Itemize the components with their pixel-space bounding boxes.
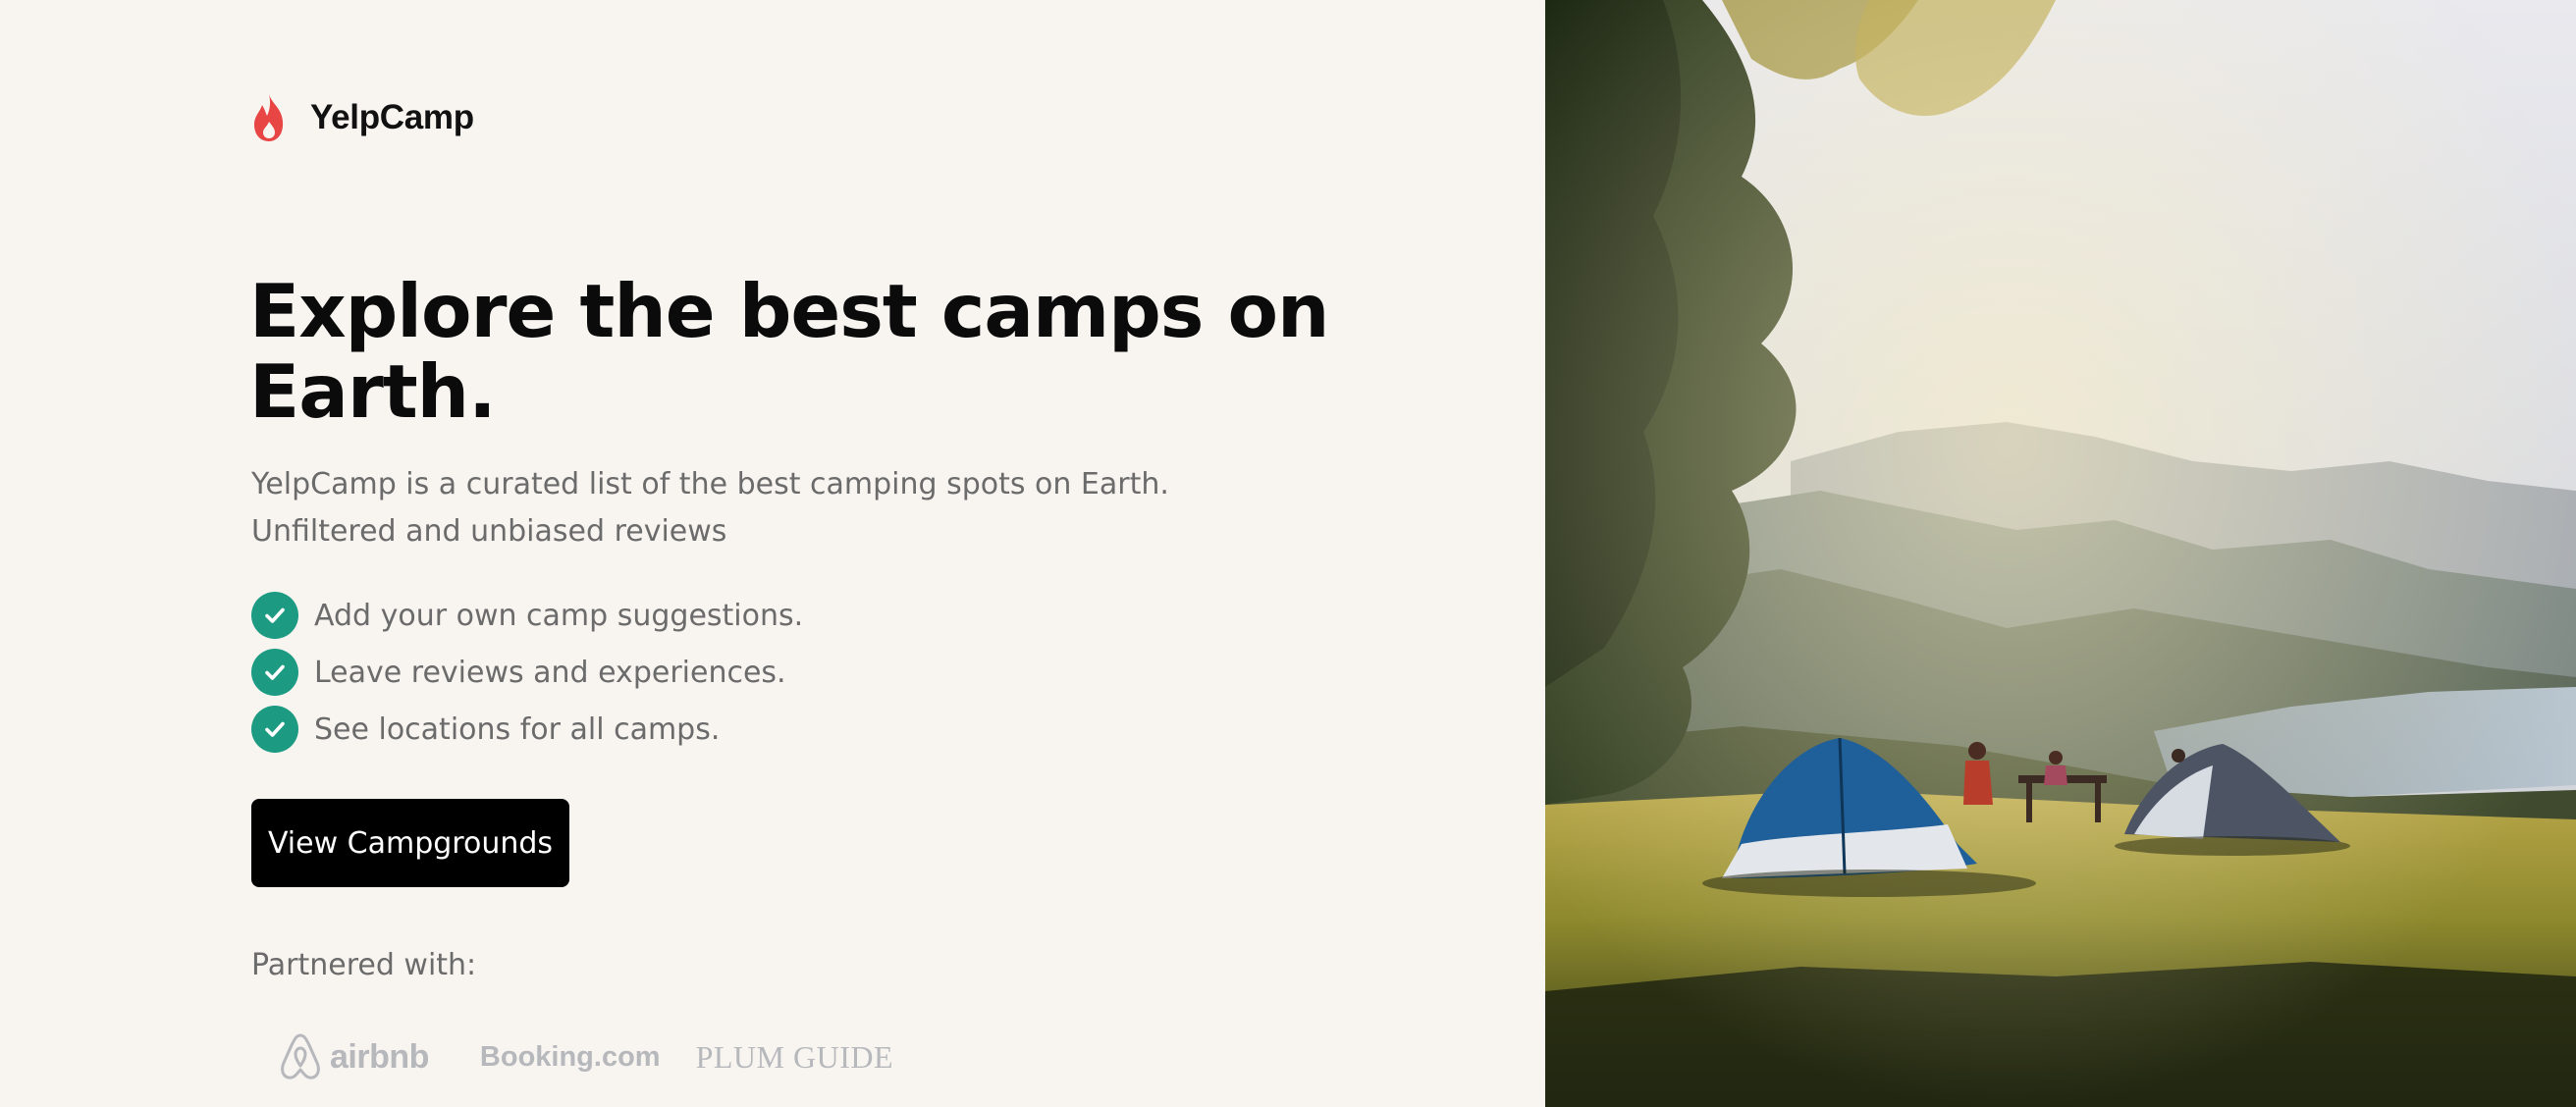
partners-label: Partnered with: <box>251 948 477 982</box>
check-circle-icon <box>251 649 298 696</box>
airbnb-icon <box>281 1033 320 1080</box>
feature-list: Add your own camp suggestions. Leave rev… <box>251 587 803 758</box>
page-title: Explore the best camps on Earth. <box>249 268 1329 435</box>
brand-name: YelpCamp <box>310 98 474 136</box>
feature-item: Leave reviews and experiences. <box>251 644 803 701</box>
intro-panel: YelpCamp Explore the best camps on Earth… <box>0 0 1545 1107</box>
hero-image <box>1545 0 2576 1107</box>
airbnb-wordmark: airbnb <box>330 1037 429 1076</box>
check-circle-icon <box>251 592 298 639</box>
booking-logo: Booking.com <box>479 1040 661 1073</box>
view-campgrounds-button[interactable]: View Campgrounds <box>251 799 569 887</box>
flame-icon <box>254 94 284 141</box>
plum-guide-logo: PLUM GUIDE <box>695 1038 894 1075</box>
page-subtitle: YelpCamp is a curated list of the best c… <box>251 467 1169 549</box>
brand-logo[interactable]: YelpCamp <box>249 92 474 143</box>
partner-logos: airbnb Booking.com PLUM GUIDE <box>279 1032 893 1081</box>
camping-tents-photo <box>1545 0 2576 1107</box>
feature-text: Add your own camp suggestions. <box>314 598 804 633</box>
feature-text: Leave reviews and experiences. <box>314 655 786 690</box>
feature-text: See locations for all camps. <box>314 712 721 747</box>
airbnb-logo: airbnb <box>279 1032 429 1081</box>
feature-item: Add your own camp suggestions. <box>251 587 803 644</box>
landing-page: YelpCamp Explore the best camps on Earth… <box>0 0 2576 1107</box>
feature-item: See locations for all camps. <box>251 701 803 758</box>
check-circle-icon <box>251 706 298 753</box>
